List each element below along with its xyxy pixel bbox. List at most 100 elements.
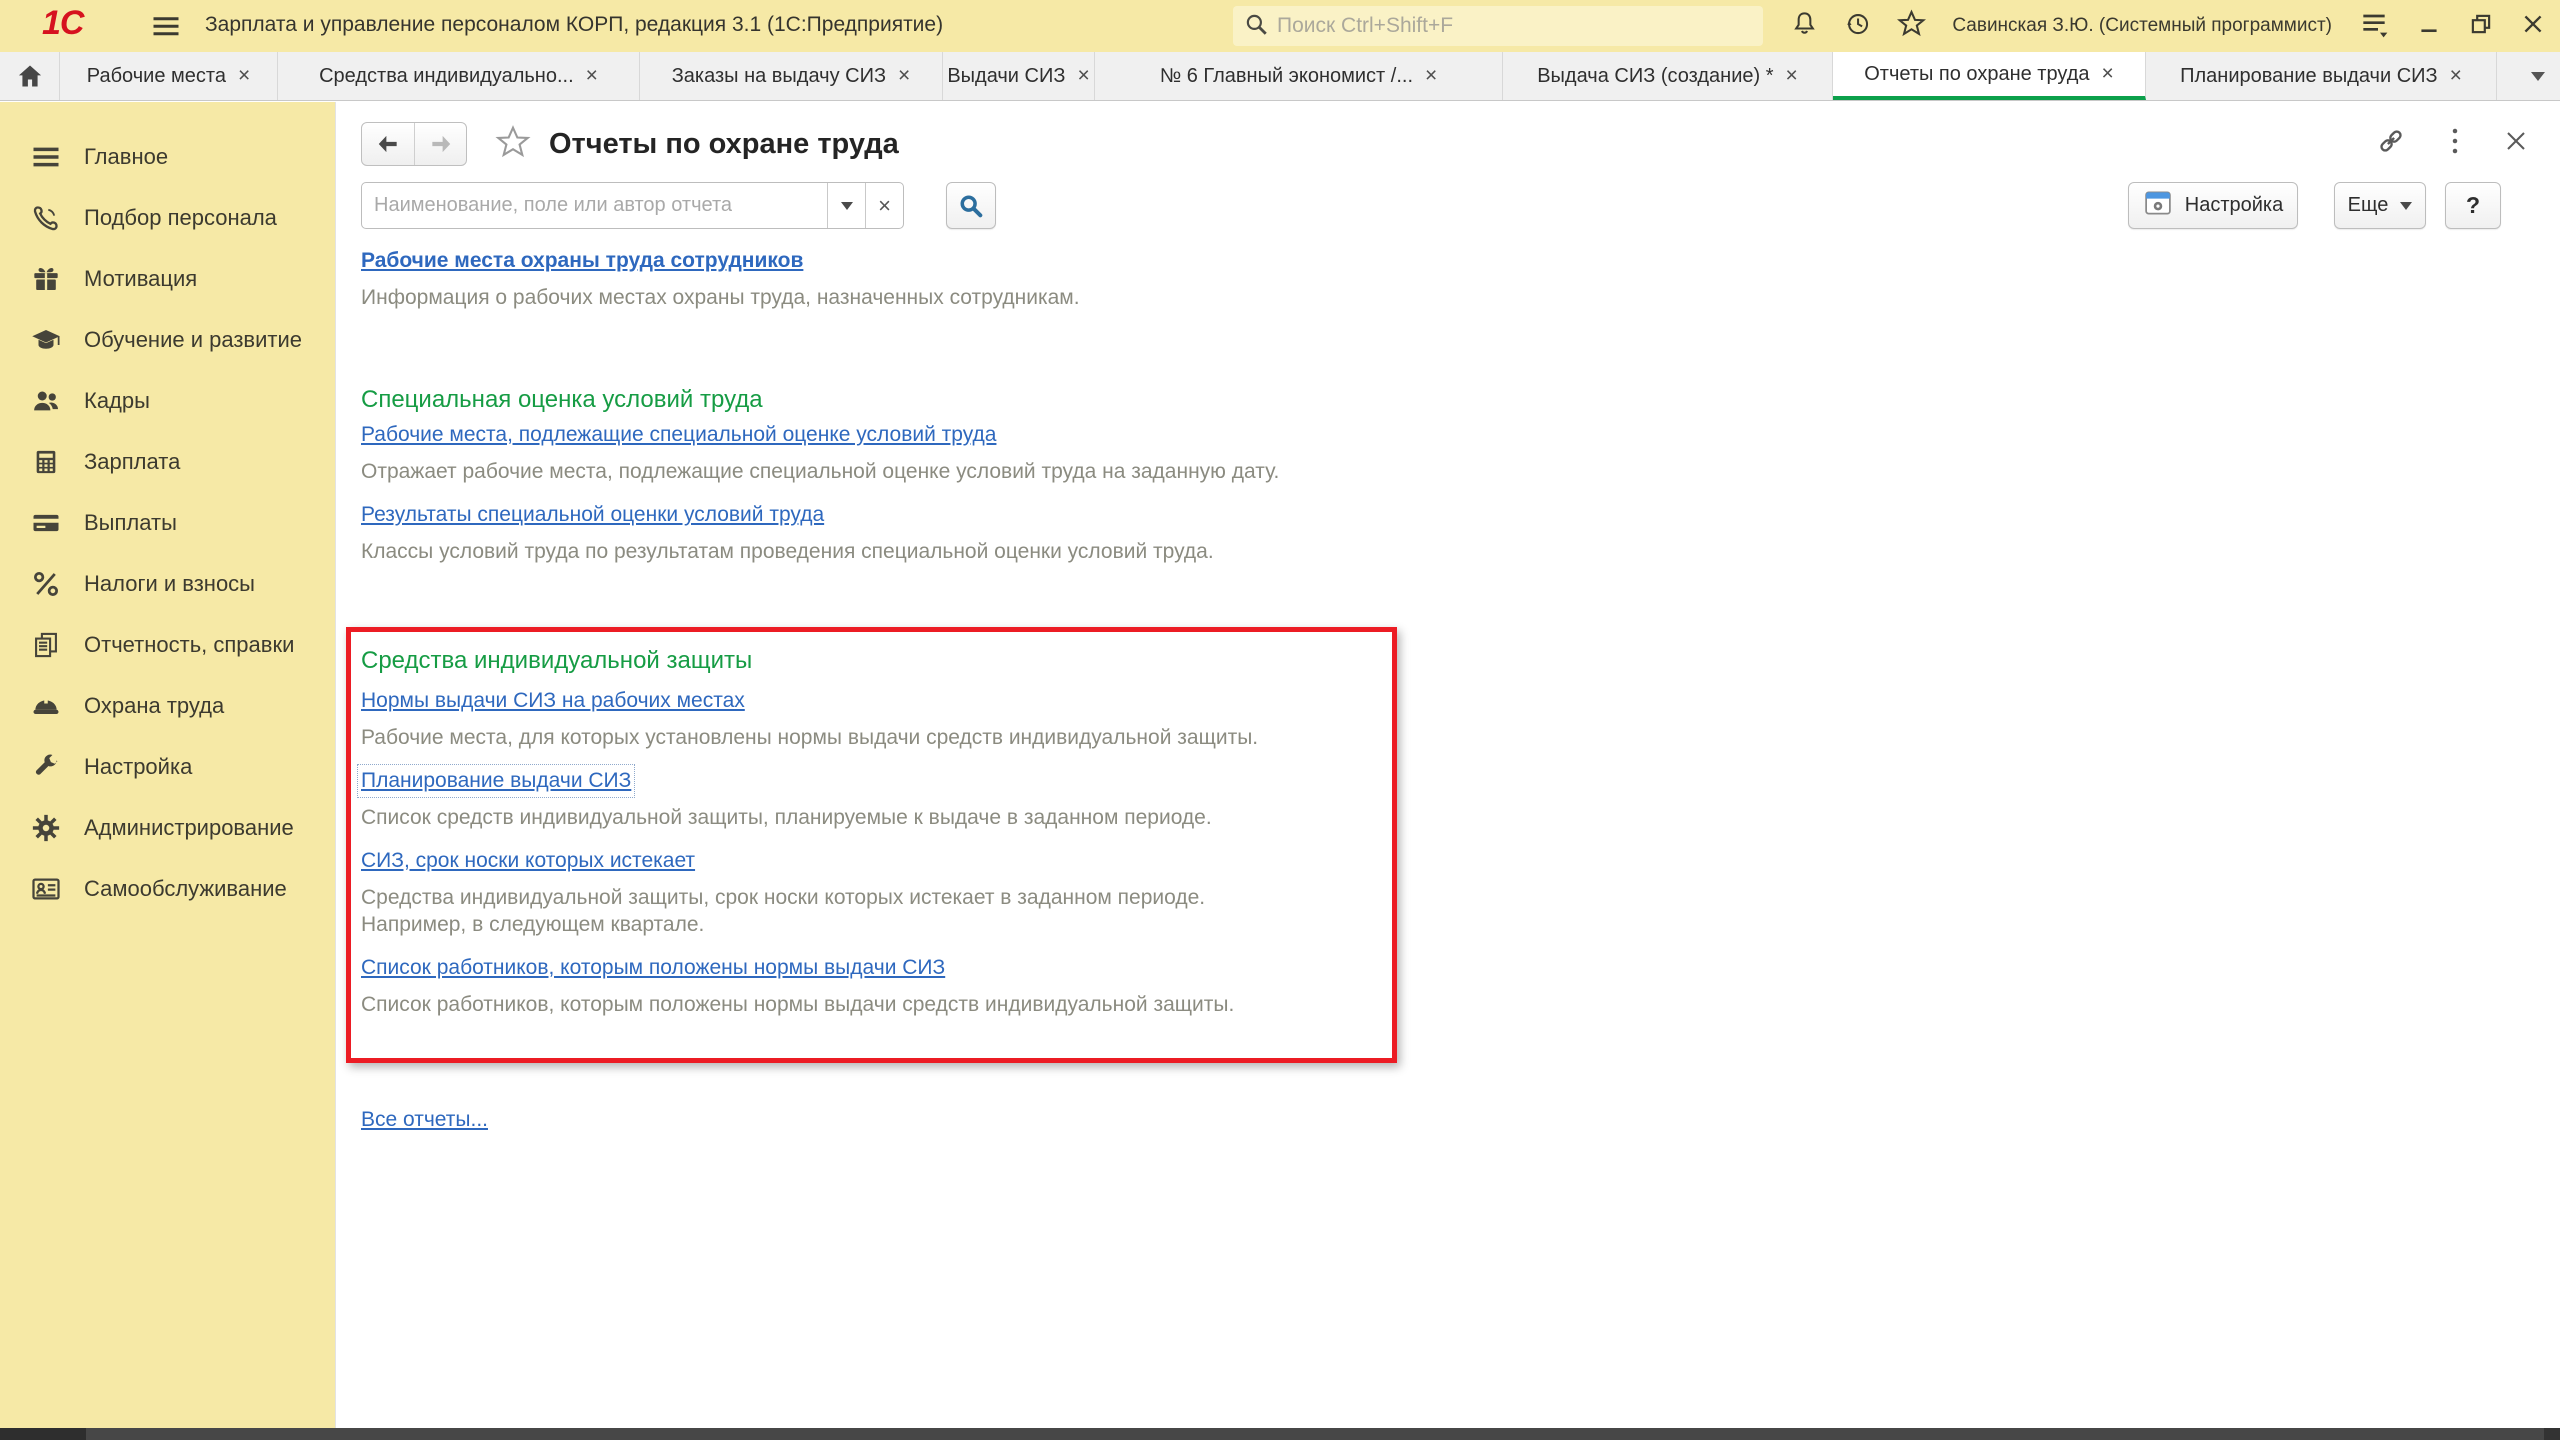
report-description: Список средств индивидуальной защиты, пл… [361,804,1372,831]
titlebar-controls: Савинская З.Ю. (Системный программист) [1791,0,2546,52]
annotation-highlight-box: Средства индивидуальной защиты Нормы выд… [346,627,1397,1063]
close-panel-icon[interactable] [2504,129,2528,158]
hamburger-menu-icon[interactable] [150,11,182,46]
sidebar-item-ohrana-truda[interactable]: Охрана труда [0,675,335,736]
forward-button[interactable] [414,123,466,165]
tab-close-icon[interactable]: × [1786,64,1798,88]
report-description: Классы условий труда по результатам пров… [361,538,2521,565]
tab-rabochie-mesta[interactable]: Рабочие места× [60,52,278,100]
global-search-input[interactable] [1277,14,1753,38]
sidebar-item-obuchenie[interactable]: Обучение и развитие [0,309,335,370]
report-link-planirovanie-vydachi-siz[interactable]: Планирование выдачи СИЗ [361,768,631,794]
reports-list: Рабочие места охраны труда сотрудников И… [361,248,2521,1133]
tab-close-icon[interactable]: × [898,64,910,88]
sidebar-item-zarplata[interactable]: Зарплата [0,431,335,492]
nav-history-group [361,122,467,166]
tab-list-dropdown[interactable] [2516,52,2560,100]
search-dropdown-button[interactable] [827,183,865,228]
bottom-strip-left-segment [0,1428,86,1440]
help-button[interactable]: ? [2445,182,2501,229]
tab-vydacha-siz-sozdanie[interactable]: Выдача СИЗ (создание) *× [1503,52,1833,100]
settings-button[interactable]: Настройка [2128,182,2298,229]
phone-icon [30,202,62,234]
calculator-icon [30,446,62,478]
1c-logo: 1С [42,4,83,43]
restore-window-icon[interactable] [2468,11,2494,42]
history-icon[interactable] [1844,10,1871,42]
main-menu-icon[interactable] [2358,8,2390,45]
search-clear-button[interactable]: × [865,183,903,228]
bottom-strip-right-segment [2544,1428,2560,1440]
id-card-icon [30,873,62,905]
notifications-bell-icon[interactable] [1791,10,1818,42]
report-link-normy-vydachi-siz[interactable]: Нормы выдачи СИЗ на рабочих местах [361,688,745,714]
more-button[interactable]: Еще [2334,182,2426,229]
documents-icon [30,629,62,661]
report-link-rabochie-mesta-ohrany-truda[interactable]: Рабочие места охраны труда сотрудников [361,248,803,274]
run-search-button[interactable] [946,182,996,229]
kebab-menu-icon[interactable] [2450,126,2460,161]
chevron-down-icon [841,202,853,210]
tab-close-icon[interactable]: × [586,64,598,88]
sidebar-item-administrirovanie[interactable]: Администрирование [0,797,335,858]
tab-zakazy-na-vydachu-siz[interactable]: Заказы на выдачу СИЗ× [640,52,943,100]
sidebar-item-glavnoe[interactable]: Главное [0,126,335,187]
back-button[interactable] [362,123,414,165]
app-title: Зарплата и управление персоналом КОРП, р… [205,13,943,37]
percent-icon [30,568,62,600]
report-description: Средства индивидуальной защиты, срок нос… [361,884,1372,938]
report-link-siz-srok-noski[interactable]: СИЗ, срок носки которых истекает [361,848,695,874]
panel-actions [2376,126,2528,161]
global-search-box[interactable] [1233,6,1763,46]
close-window-icon[interactable] [2520,11,2546,42]
report-description: Отражает рабочие места, подлежащие специ… [361,458,2521,485]
clear-x-icon: × [878,193,891,219]
sidebar-item-nalogi[interactable]: Налоги и взносы [0,553,335,614]
tab-close-icon[interactable]: × [2102,62,2114,86]
wrench-icon [30,751,62,783]
section-header-specialnaya-ocenka: Специальная оценка условий труда [361,385,2521,415]
title-bar: 1С Зарплата и управление персоналом КОРП… [0,0,2560,52]
report-description: Информация о рабочих местах охраны труда… [361,284,2521,311]
tab-otchety-po-ohrane-truda[interactable]: Отчеты по охране труда× [1833,52,2146,100]
sidebar-item-otchetnost[interactable]: Отчетность, справки [0,614,335,675]
tab-close-icon[interactable]: × [1425,64,1437,88]
sidebar-item-nastrojka[interactable]: Настройка [0,736,335,797]
sidebar-item-kadry[interactable]: Кадры [0,370,335,431]
favorites-star-icon[interactable] [1897,9,1926,43]
main-sidebar: Главное Подбор персонала Мотивация Обуче… [0,102,335,1428]
arrow-left-icon [375,131,401,157]
all-reports-link[interactable]: Все отчеты... [361,1107,488,1133]
sidebar-item-vyplaty[interactable]: Выплаты [0,492,335,553]
sidebar-item-podbor-personala[interactable]: Подбор персонала [0,187,335,248]
sidebar-item-motivaciya[interactable]: Мотивация [0,248,335,309]
menu-lines-icon [30,141,62,173]
app-window: 1С Зарплата и управление персоналом КОРП… [0,0,2560,1440]
tab-glavnyj-ekonomist[interactable]: № 6 Главный экономист /...× [1095,52,1503,100]
page-header: Отчеты по охране труда [361,122,899,166]
get-link-icon[interactable] [2376,126,2406,161]
minimize-icon[interactable] [2416,11,2442,42]
current-user[interactable]: Савинская З.Ю. (Системный программист) [1952,15,2332,37]
tab-bar: Рабочие места× Средства индивидуально...… [0,52,2560,101]
tab-planirovanie-vydachi-siz[interactable]: Планирование выдачи СИЗ× [2146,52,2497,100]
favorite-star-icon[interactable] [495,124,531,165]
report-link-rezultaty-souт[interactable]: Результаты специальной оценки условий тр… [361,502,824,528]
report-search-input[interactable] [362,183,827,228]
helmet-icon [30,690,62,722]
tab-close-icon[interactable]: × [238,64,250,88]
report-toolbar: × Настройка Еще ? [361,182,2536,229]
arrow-right-icon [428,131,454,157]
tab-sredstva-individualno[interactable]: Средства индивидуально...× [278,52,640,100]
section-header-sredstva-zashchity: Средства индивидуальной защиты [361,646,1372,676]
tab-close-icon[interactable]: × [2450,64,2462,88]
sidebar-item-samoobsluzhivanie[interactable]: Самообслуживание [0,858,335,919]
tab-home[interactable] [0,52,60,100]
gift-icon [30,263,62,295]
report-link-rm-podlezhashchie-souт[interactable]: Рабочие места, подлежащие специальной оц… [361,422,996,448]
home-icon [16,62,44,90]
tab-close-icon[interactable]: × [1077,64,1089,88]
settings-window-icon [2143,188,2173,224]
report-link-spisok-rabotnikov[interactable]: Список работников, которым положены норм… [361,955,945,981]
tab-vydachi-siz[interactable]: Выдачи СИЗ× [943,52,1095,100]
